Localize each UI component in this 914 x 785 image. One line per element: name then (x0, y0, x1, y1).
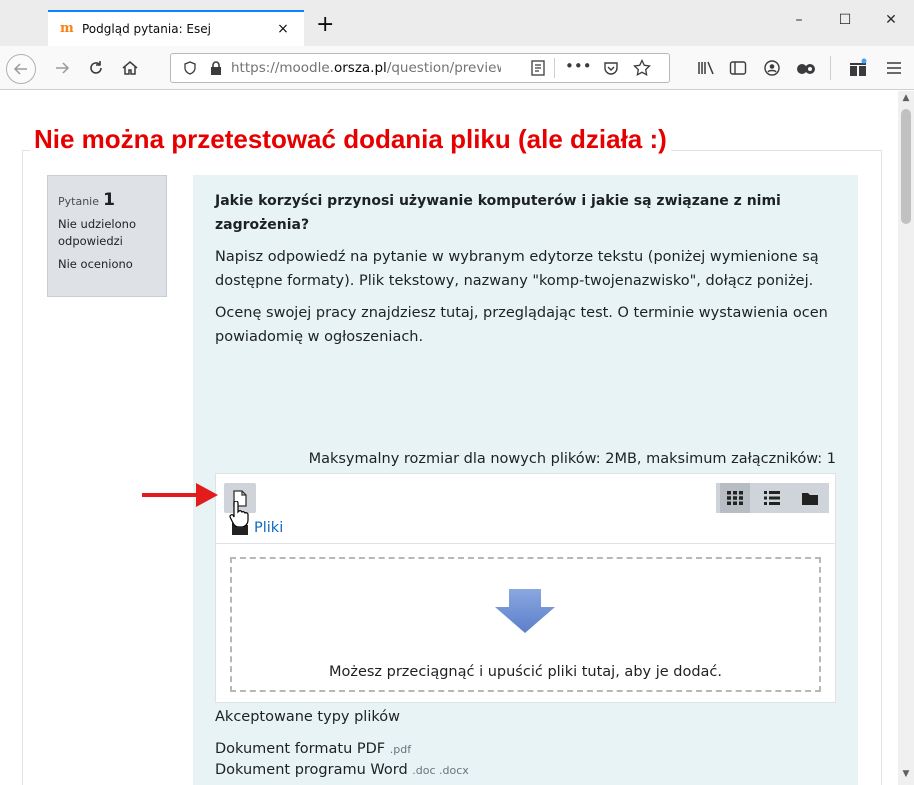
view-mode-buttons (716, 483, 829, 513)
pocket-icon[interactable] (603, 60, 619, 76)
window-controls: – ☐ ✕ (776, 0, 914, 40)
addons-button[interactable] (846, 56, 870, 80)
grid-icon (726, 491, 743, 505)
url-prefix: https://moodle. (231, 60, 334, 76)
library-icon (698, 61, 714, 75)
urlbar-divider (554, 58, 555, 78)
toolbar-divider (830, 56, 831, 80)
arrow-right-icon (56, 62, 70, 74)
accepted-type-item: Dokument formatu PDF .pdf (215, 739, 835, 760)
tab-title: Podgląd pytania: Esej (82, 22, 211, 36)
bookmark-star-icon[interactable] (633, 59, 651, 77)
close-window-button[interactable]: ✕ (868, 0, 914, 40)
folder-path-link[interactable]: Pliki (254, 520, 283, 536)
file-type-ext: .doc .docx (412, 764, 469, 777)
reload-button[interactable] (84, 56, 108, 80)
accepted-types-title: Akceptowane typy plików (215, 709, 400, 725)
hand-cursor-icon (229, 501, 249, 527)
question-paragraph-1: Napisz odpowiedź na pytanie w wybranym e… (215, 249, 819, 289)
accepted-types-list: Dokument formatu PDF .pdf Dokument progr… (215, 739, 835, 781)
page-actions-icon[interactable]: ••• (565, 57, 592, 75)
question-number: 1 (103, 190, 115, 210)
file-type-name: Dokument programu Word (215, 762, 408, 778)
extension-icon (797, 64, 815, 74)
address-bar[interactable]: https://moodle.orsza.pl/question/preview… (170, 53, 670, 83)
sidebar-icon (729, 61, 747, 75)
account-icon (764, 60, 780, 76)
home-icon (122, 61, 138, 75)
url-text[interactable]: https://moodle.orsza.pl/question/preview (231, 60, 501, 76)
folder-icon (802, 492, 819, 505)
file-manager: Pliki Możesz przeciągnąć i upuścić pliki… (215, 473, 836, 703)
view-icons-button[interactable] (719, 483, 750, 513)
dropzone-text: Możesz przeciągnąć i upuścić pliki tutaj… (328, 664, 723, 680)
back-button[interactable] (6, 54, 36, 84)
view-tree-button[interactable] (795, 483, 825, 513)
library-button[interactable] (694, 56, 718, 80)
sidebar-button[interactable] (726, 56, 750, 80)
menu-button[interactable] (882, 56, 906, 80)
scroll-down-icon[interactable]: ▼ (898, 769, 914, 783)
forward-button[interactable] (50, 56, 74, 80)
lock-icon[interactable] (209, 60, 223, 76)
accepted-type-item: Dokument programu Word .doc .docx (215, 760, 835, 781)
reader-view-icon[interactable] (531, 60, 545, 76)
extension-button[interactable] (794, 56, 818, 80)
file-dropzone[interactable]: Możesz przeciągnąć i upuścić pliki tutaj… (230, 557, 821, 692)
tab-close-button[interactable]: × (274, 21, 292, 37)
home-button[interactable] (118, 56, 142, 80)
file-type-name: Dokument formatu PDF (215, 741, 386, 757)
list-icon (764, 491, 781, 505)
scroll-up-icon[interactable]: ▲ (898, 93, 914, 107)
moodle-favicon-icon: m (60, 21, 74, 36)
view-list-button[interactable] (757, 483, 787, 513)
hamburger-menu-icon (887, 62, 901, 74)
red-pointer-arrow-icon (142, 483, 218, 507)
maximize-button[interactable]: ☐ (822, 0, 868, 40)
url-domain: orsza.pl (333, 60, 387, 76)
arrow-down-icon (495, 589, 555, 633)
url-path: /question/preview (386, 60, 501, 76)
new-tab-button[interactable]: + (316, 14, 334, 36)
question-heading: Jakie korzyści przynosi używanie kompute… (215, 193, 781, 233)
gift-icon (850, 58, 867, 76)
file-type-ext: .pdf (389, 743, 412, 756)
question-label: Pytanie (58, 195, 99, 208)
file-manager-toolbar: Pliki (216, 474, 835, 544)
question-paragraph-2: Ocenę swojej pracy znajdziesz tutaj, prz… (215, 305, 828, 345)
accepted-file-types: Akceptowane typy plików Dokument formatu… (215, 709, 835, 781)
question-text: Jakie korzyści przynosi używanie kompute… (215, 189, 835, 349)
max-file-size-info: Maksymalny rozmiar dla nowych plików: 2M… (308, 451, 836, 467)
question-status: Nie udzielono odpowiedzi (58, 217, 136, 248)
scrollbar-thumb[interactable] (901, 109, 911, 224)
annotation-title: Nie można przetestować dodania pliku (al… (30, 124, 671, 155)
minimize-button[interactable]: – (776, 0, 822, 40)
browser-titlebar: m Podgląd pytania: Esej × + – ☐ ✕ (0, 0, 914, 46)
browser-tab[interactable]: m Podgląd pytania: Esej × (48, 10, 304, 46)
account-button[interactable] (760, 56, 784, 80)
vertical-scrollbar[interactable]: ▲ ▼ (898, 91, 914, 785)
reload-icon (90, 61, 102, 74)
question-info-box: Pytanie 1 Nie udzielono odpowiedzi Nie o… (47, 175, 167, 297)
question-grade: Nie oceniono (58, 257, 133, 271)
shield-icon[interactable] (183, 61, 197, 75)
browser-navbar: https://moodle.orsza.pl/question/preview… (0, 46, 914, 90)
question-content: Jakie korzyści przynosi używanie kompute… (193, 175, 858, 785)
arrow-left-icon (13, 63, 27, 75)
